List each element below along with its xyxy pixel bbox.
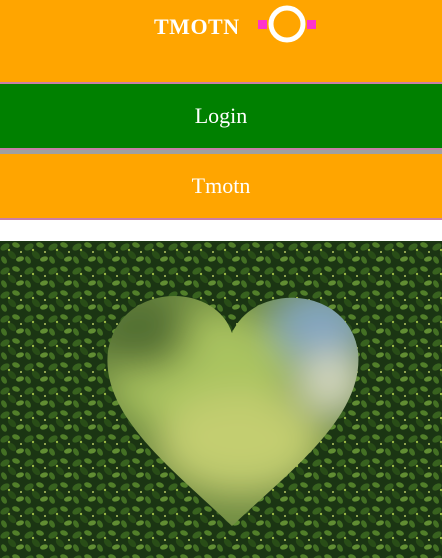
ring-logo-icon[interactable] — [258, 4, 316, 44]
login-button[interactable]: Login — [0, 84, 442, 150]
header-bar: TMOTN — [0, 0, 442, 84]
login-button-label: Login — [194, 103, 248, 128]
tmotn-button[interactable]: Tmotn — [0, 154, 442, 220]
hero-image — [0, 241, 442, 558]
heart-hedge-image — [0, 241, 442, 558]
brand-title[interactable]: TMOTN — [154, 14, 240, 40]
tmotn-button-label: Tmotn — [191, 173, 251, 198]
